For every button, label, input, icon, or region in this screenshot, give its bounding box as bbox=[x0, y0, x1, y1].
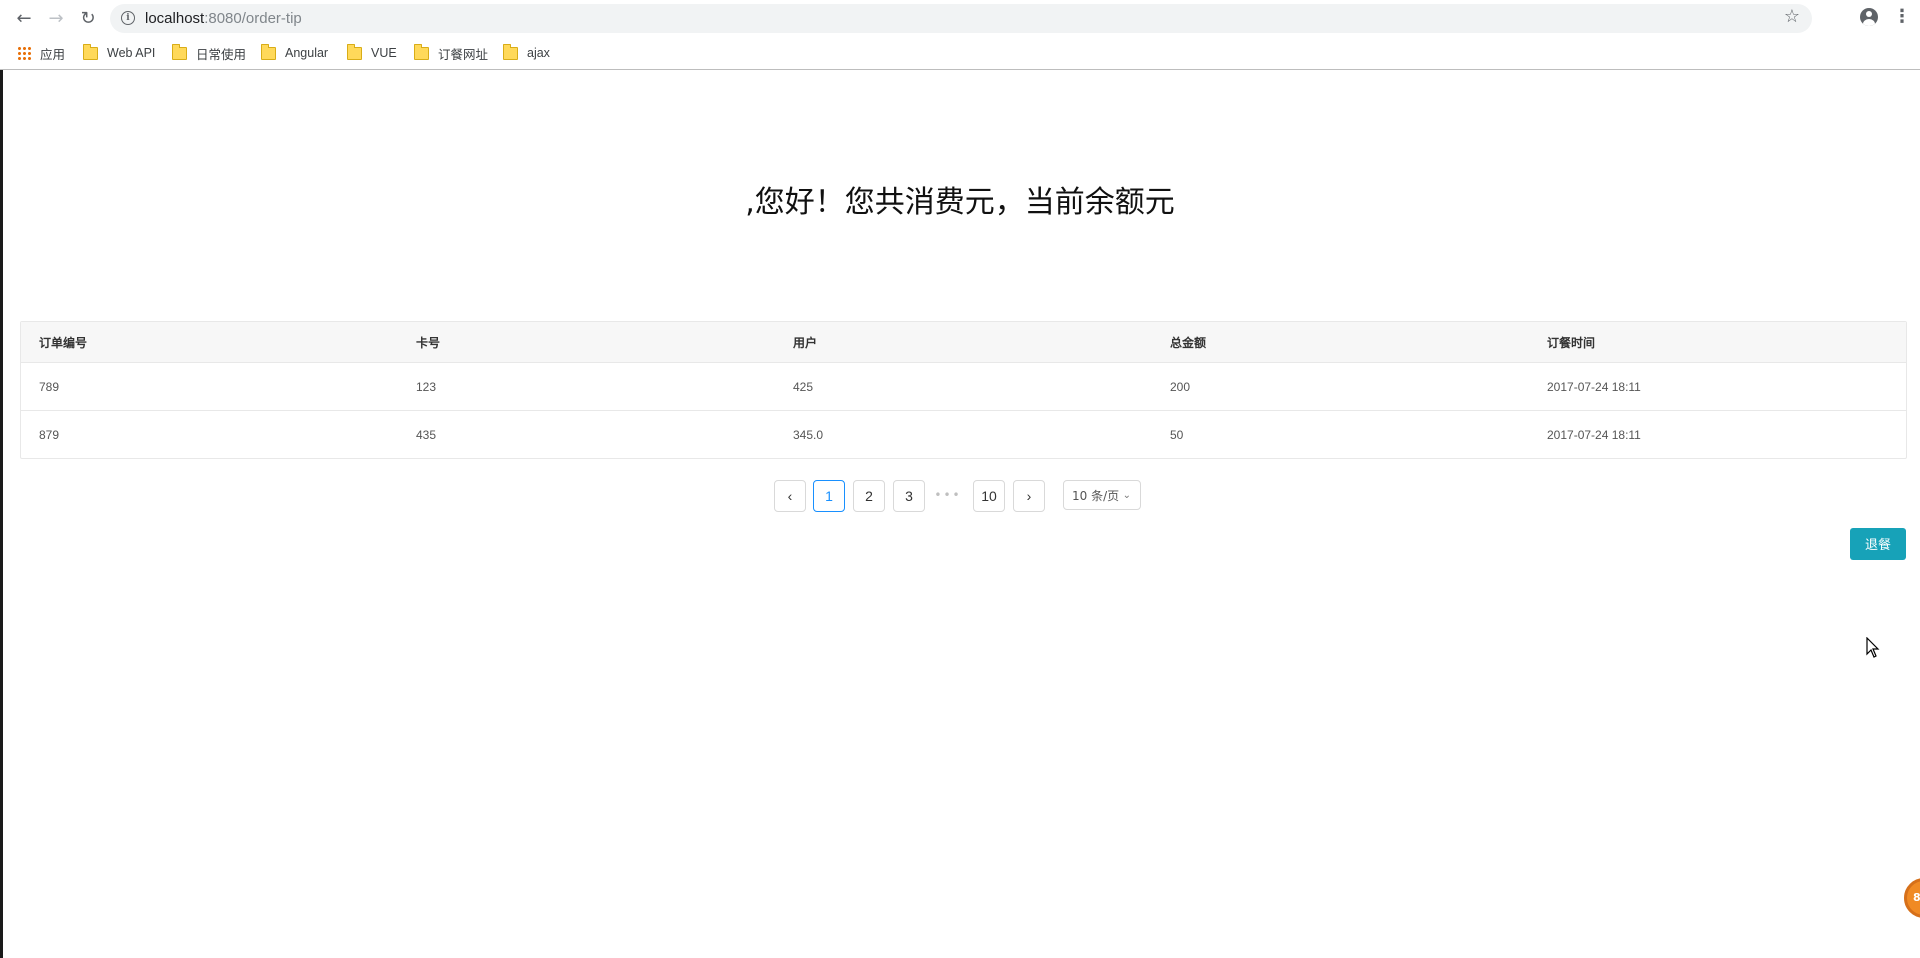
bookmark-label: 应用 bbox=[40, 47, 66, 62]
bookmark-label: ajax bbox=[527, 46, 550, 60]
column-header-order-time: 订餐时间 bbox=[1529, 322, 1906, 363]
bookmarks-bar: 应用 Web API 日常使用 Angular VUE 订餐网址 ajax bbox=[0, 37, 1920, 70]
back-icon[interactable]: ← bbox=[12, 6, 36, 30]
bookmark-vue[interactable]: VUE bbox=[347, 43, 397, 62]
folder-icon bbox=[261, 43, 276, 60]
cell-order-time: 2017-07-24 18:11 bbox=[1529, 362, 1906, 411]
cell-order-time: 2017-07-24 18:11 bbox=[1547, 427, 1641, 442]
bookmark-label: VUE bbox=[371, 46, 397, 60]
cell-order-id: 879 bbox=[39, 427, 60, 442]
column-header-order-id: 订单编号 bbox=[21, 322, 398, 363]
cell-order-id: 789 bbox=[21, 362, 398, 411]
bookmark-label: 日常使用 bbox=[196, 47, 247, 62]
page-size-select[interactable]: 10 条/页 ⌄ bbox=[1063, 480, 1141, 510]
orders-table: 订单编号 卡号 用户 总金额 订餐时间 789 123 425 200 2017… bbox=[20, 321, 1907, 459]
pagination-ellipsis[interactable]: ••• bbox=[933, 480, 963, 512]
cell-total: 50 bbox=[1170, 427, 1184, 442]
bookmark-label: 订餐网址 bbox=[438, 47, 489, 62]
greeting-heading: ,您好！您共消费元，当前余额元 bbox=[745, 185, 1175, 220]
address-bar[interactable]: i localhost:8080/order-tip ☆ bbox=[110, 4, 1812, 33]
cell-user: 425 bbox=[775, 362, 1152, 411]
pagination: ‹ 1 2 3 ••• 10 › bbox=[0, 480, 1920, 512]
url-text[interactable]: localhost:8080/order-tip bbox=[145, 4, 302, 33]
bookmark-daily-use[interactable]: 日常使用 bbox=[172, 43, 247, 62]
column-header-card-no: 卡号 bbox=[398, 322, 775, 363]
folder-icon bbox=[503, 43, 518, 60]
table-row: 879 435 345.0 50 2017-07-24 18:11 bbox=[21, 411, 1906, 459]
browser-toolbar: ← → ↻ i localhost:8080/order-tip ☆ ⋮ bbox=[0, 0, 1920, 36]
folder-icon bbox=[347, 43, 362, 60]
page-button-2[interactable]: 2 bbox=[853, 480, 885, 512]
bookmark-ajax[interactable]: ajax bbox=[503, 43, 550, 62]
floating-badge[interactable]: 81 bbox=[1904, 878, 1920, 918]
prev-page-button[interactable]: ‹ bbox=[774, 480, 806, 512]
page-button-1[interactable]: 1 bbox=[813, 480, 845, 512]
reload-icon[interactable]: ↻ bbox=[76, 6, 100, 30]
mouse-cursor-icon bbox=[1866, 637, 1880, 658]
cell-card-no: 123 bbox=[398, 362, 775, 411]
table-header-row: 订单编号 卡号 用户 总金额 订餐时间 bbox=[21, 322, 1906, 363]
url-host: localhost bbox=[145, 10, 205, 27]
bookmark-web-api[interactable]: Web API bbox=[83, 43, 156, 62]
bookmark-star-icon[interactable]: ☆ bbox=[1784, 6, 1800, 27]
chevron-down-icon: ⌄ bbox=[1122, 490, 1131, 501]
profile-avatar-icon[interactable] bbox=[1860, 8, 1878, 26]
floating-badge-text: 81 bbox=[1913, 891, 1920, 904]
bookmark-angular[interactable]: Angular bbox=[261, 43, 329, 62]
cancel-order-button[interactable]: 退餐 bbox=[1850, 528, 1906, 560]
page-size-value: 10 条/页 bbox=[1072, 489, 1120, 503]
folder-icon bbox=[414, 43, 429, 60]
cell-total: 200 bbox=[1152, 362, 1529, 411]
bookmark-label: Angular bbox=[285, 46, 329, 60]
apps-icon bbox=[17, 46, 31, 60]
column-header-total: 总金额 bbox=[1152, 322, 1529, 363]
browser-menu-icon[interactable]: ⋮ bbox=[1893, 8, 1911, 28]
cell-card-no: 435 bbox=[416, 427, 437, 442]
url-path: :8080/order-tip bbox=[204, 10, 302, 27]
folder-icon bbox=[83, 43, 98, 60]
folder-icon bbox=[172, 43, 187, 60]
site-info-icon[interactable]: i bbox=[121, 11, 135, 25]
page-button-10[interactable]: 10 bbox=[973, 480, 1005, 512]
bookmark-order-sites[interactable]: 订餐网址 bbox=[414, 43, 489, 62]
cell-user: 345.0 bbox=[793, 427, 824, 442]
column-header-user: 用户 bbox=[775, 322, 1152, 363]
page-button-3[interactable]: 3 bbox=[893, 480, 925, 512]
bookmark-apps[interactable]: 应用 bbox=[17, 44, 65, 62]
next-page-button[interactable]: › bbox=[1013, 480, 1045, 512]
table-row: 789 123 425 200 2017-07-24 18:11 bbox=[21, 362, 1906, 411]
bookmark-label: Web API bbox=[107, 46, 156, 60]
forward-icon[interactable]: → bbox=[44, 6, 68, 30]
